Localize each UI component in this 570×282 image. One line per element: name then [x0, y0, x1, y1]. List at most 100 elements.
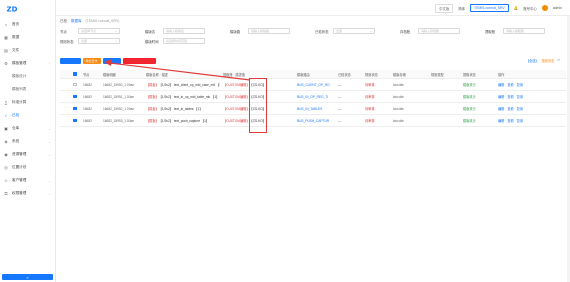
table-row[interactable]: 16682 16682_15953_1.00ae 【模板】 【1/3v2】 text_… — [60, 115, 566, 127]
view-link[interactable]: 查看 — [507, 106, 513, 111]
edit-link[interactable]: 编辑 — [498, 94, 504, 99]
account-center-label[interactable]: 账号中心 — [523, 6, 537, 11]
add-template-button[interactable]: 新增模板 ▾ — [60, 58, 81, 64]
template-route[interactable]: BUS_PUSH_CAPTUR — [297, 119, 329, 123]
app-root: ZD ⌂ 首页 ▦ 数据 ▤ 文件 ⚙ 模板管理 ⌃ 模板设计 模板列表 ∑ 标准计算 ✓ 已检 ▣ 仓库 ⌄ ◈ 系… — [0, 0, 570, 282]
rule-state: 待审核 — [365, 119, 375, 123]
table-cell: 16682 — [83, 103, 99, 114]
template-name[interactable]: 【1/3v2】 text_client_op_mid_case_m6 【1】 — [159, 82, 220, 87]
row-checkbox[interactable] — [73, 82, 77, 87]
chevron-icon: ⌃ — [48, 61, 51, 66]
version-chip[interactable]: 中文版 — [435, 3, 454, 13]
table-cell — [431, 103, 457, 114]
template-route[interactable]: BUS_CLIENT_OP_RO — [297, 83, 330, 87]
sidebar-item-label: 资源管理 — [12, 152, 27, 156]
template-code: 16682_15950_1.00ae — [103, 82, 135, 87]
table-cell: 模版执行 — [463, 91, 489, 102]
view-link[interactable]: 查看 — [507, 82, 513, 87]
template-route[interactable]: BUS_IN_OP_REG_TI — [297, 95, 328, 99]
filter-placeholder: 请输入模版路 — [251, 29, 270, 33]
template-route[interactable]: BUS_IN_TABLES — [297, 107, 322, 111]
select-all-checkbox[interactable] — [73, 72, 77, 76]
env-chip[interactable]: TEMIS-normal_SRV — [470, 4, 509, 12]
copy-link[interactable]: 复用 — [517, 82, 523, 87]
filter-select[interactable]: 全部 ⌄ — [78, 38, 120, 44]
bell-icon[interactable]: 🔔 — [514, 6, 518, 10]
table-row[interactable]: 16682 16682_15950_1.00ae 【模板】 【1/3v2】 text_… — [60, 79, 566, 91]
node-id: 16682 — [83, 82, 92, 87]
filter-placeholder: 请输入提取账 — [506, 29, 525, 33]
sidebar-item[interactable]: ◈ 系统 ⌄ — [0, 135, 56, 148]
edit-link[interactable]: 编辑 — [498, 106, 504, 111]
template-tag: 【模板】 — [146, 119, 159, 123]
sidebar-item[interactable]: ⚙ 模板管理 ⌃ — [0, 57, 56, 70]
table-cell: tcircuile — [393, 79, 423, 90]
table-cell — [73, 115, 79, 126]
copy-link[interactable]: 复用 — [517, 118, 523, 123]
export-log-button[interactable]: 导出日志 — [82, 58, 101, 64]
breadcrumb-item[interactable]: 数据库 — [71, 19, 82, 24]
filter-input[interactable]: 请输入存档账 — [418, 28, 460, 34]
row-checkbox[interactable] — [73, 118, 77, 123]
breadcrumb-item[interactable]: 已检 — [60, 19, 67, 24]
template-name[interactable]: 【1/3v2】 text_push_capture 【1】 — [159, 118, 209, 123]
search-history-link[interactable]: 搜索历史 — [542, 58, 555, 63]
refresh-icon[interactable]: ⟳ — [557, 58, 560, 63]
collapse-sidebar-button[interactable]: « — [2, 274, 53, 280]
table-cell: 【模板】 【1/3v2】 text_in_op_mid_table_mk 【1】 — [146, 91, 220, 102]
template-name[interactable]: 【1/3v2】 text_in_op_mid_table_mk 【1】 — [159, 94, 219, 99]
sidebar-item[interactable]: ◉ 资源管理 ⌄ — [0, 148, 56, 161]
table-row[interactable]: 16682 16682_15952_1.00ae 【模板】 【1/3v2】 text_… — [60, 103, 566, 115]
select-all-link[interactable]: 【全选】 — [526, 58, 539, 63]
filter-input[interactable]: 请输入模版路 — [248, 28, 290, 34]
column-header: 操作 — [498, 72, 505, 77]
template-name[interactable]: 【1/3v2】 text_in_tables 【1】 — [159, 106, 203, 111]
sidebar-item[interactable]: ⚿ 权限管理 ⌄ — [0, 187, 56, 200]
filter-select[interactable]: 全部 ⌄ — [333, 28, 375, 34]
table-toolbar: 新增模板 ▾ 导出日志 模版命令 使用多路模板与设置 【全选】 搜索历史 ⟳ — [60, 57, 566, 65]
filter-input[interactable]: 请选择时间范围 — [163, 38, 205, 44]
row-checkbox[interactable] — [73, 106, 77, 111]
table-cell: 16682_15951_1.00ae — [103, 91, 143, 102]
zd-logo-icon[interactable]: ZD — [6, 4, 20, 14]
select-all-checkbox-cell[interactable] — [73, 70, 79, 78]
sidebar-item[interactable]: ✓ 已检 — [0, 109, 56, 122]
filter-placeholder: 请输入模版名 — [166, 29, 185, 33]
table-row[interactable]: 16682 16682_15951_1.00ae 【模板】 【1/3v2】 text_… — [60, 91, 566, 103]
edit-link[interactable]: 编辑 — [498, 118, 504, 123]
copy-link[interactable]: 复用 — [517, 106, 523, 111]
sidebar-item[interactable]: 模板设计 — [0, 70, 56, 83]
view-link[interactable]: 查看 — [507, 118, 513, 123]
system-icon: ◈ — [4, 138, 8, 144]
multi-template-button[interactable]: 使用多路模板与设置 — [122, 58, 156, 64]
sidebar-item[interactable]: ▤ 文件 — [0, 44, 56, 57]
breadcrumb: 已检 数据库 (TEMIS-normal_SRV) — [56, 17, 570, 25]
sidebar-item[interactable]: ⌂ 首页 — [0, 18, 56, 31]
top-bar: 中文版 简体 TEMIS-normal_SRV 🔔 账号中心 admin — [56, 0, 570, 16]
filter-label: 模版时间 — [145, 39, 159, 44]
sidebar-item[interactable]: 模板列表 — [0, 83, 56, 96]
table-cell: — — [338, 79, 362, 90]
language-select[interactable]: 简体 — [458, 6, 465, 11]
breadcrumb-item: (TEMIS-normal_SRV) — [85, 19, 120, 23]
sidebar-item[interactable]: ☺ 客户管理 ⌄ — [0, 174, 56, 187]
sidebar-item[interactable]: ∑ 标准计算 — [0, 96, 56, 109]
filter-input[interactable]: 请输入提取账 — [503, 28, 545, 34]
view-link[interactable]: 查看 — [507, 94, 513, 99]
user-name[interactable]: admin — [553, 6, 562, 10]
chevron-icon: ⌄ — [48, 126, 51, 131]
sidebar-item[interactable]: ◎ 位置计划 — [0, 161, 56, 174]
table-cell: BUS_CLIENT_OP_RO — [297, 79, 337, 90]
chevron-down-icon: ⌄ — [369, 29, 372, 33]
table-cell: 模版执行 — [463, 115, 489, 126]
filter-select[interactable]: 请选择节点 ⌄ — [78, 28, 120, 34]
sidebar-item[interactable]: ▣ 仓库 ⌄ — [0, 122, 56, 135]
template-command-button[interactable]: 模版命令 — [102, 58, 121, 64]
edit-link[interactable]: 编辑 — [498, 82, 504, 87]
sidebar-item[interactable]: ▦ 数据 — [0, 31, 56, 44]
copy-link[interactable]: 复用 — [517, 94, 523, 99]
filter-input[interactable]: 请输入模版名 — [163, 28, 205, 34]
lock-icon: ⚿ — [4, 190, 8, 196]
row-checkbox[interactable] — [73, 94, 77, 99]
avatar[interactable] — [541, 5, 548, 11]
